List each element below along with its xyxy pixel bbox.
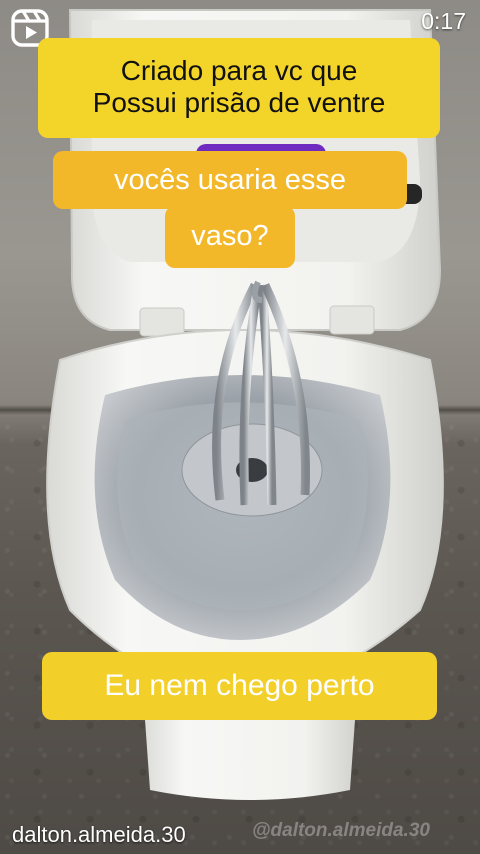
caption-question-line2: vaso? — [165, 206, 295, 268]
reel-video-frame[interactable]: 0:17 Criado para vc que Possui prisão de… — [0, 0, 480, 854]
caption-top-line2: Possui prisão de ventre — [92, 87, 386, 118]
video-watermark: @dalton.almeida.30 — [252, 820, 430, 841]
video-timer: 0:17 — [421, 8, 466, 34]
caption-bottom: Eu nem chego perto — [42, 652, 437, 720]
caption-top-line1: Criado para vc que — [120, 55, 358, 86]
author-username[interactable]: dalton.almeida.30 — [12, 822, 186, 848]
caption-question-line1: vocês usaria esse — [53, 151, 407, 209]
caption-top: Criado para vc que Possui prisão de vent… — [38, 38, 440, 138]
